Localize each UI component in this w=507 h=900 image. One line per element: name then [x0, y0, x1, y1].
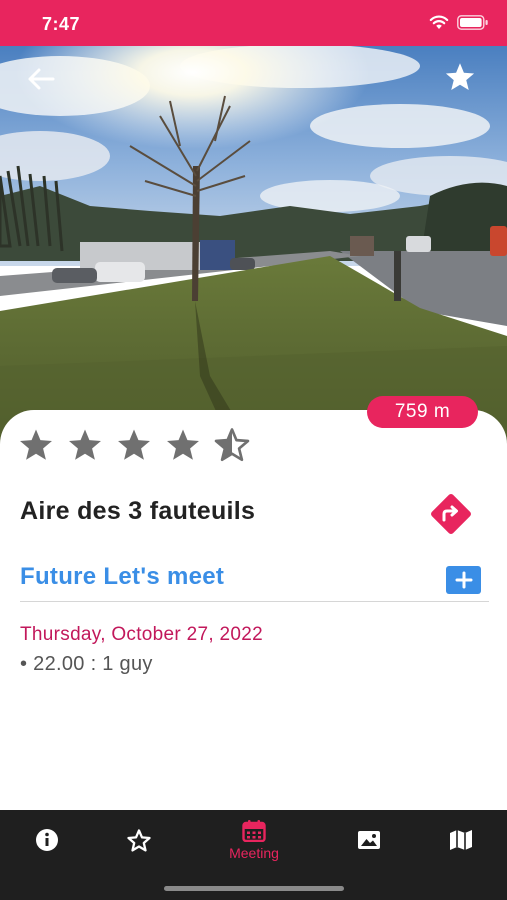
- info-icon: [36, 829, 58, 851]
- home-indicator: [164, 886, 344, 891]
- star-icon: [445, 63, 475, 91]
- tab-meeting[interactable]: Meeting: [214, 810, 294, 870]
- status-icons: [429, 15, 489, 30]
- place-details-card: [0, 410, 507, 810]
- star-outline-icon: [127, 828, 151, 852]
- tab-map[interactable]: [436, 810, 486, 870]
- tab-photos[interactable]: [344, 810, 394, 870]
- status-bar: 7:47: [0, 0, 507, 46]
- future-meetings-title: Future Let's meet: [20, 563, 225, 590]
- calendar-icon: [242, 819, 266, 842]
- star-half-icon: [214, 428, 250, 462]
- favorite-button[interactable]: [443, 60, 477, 94]
- star-filled-icon: [69, 429, 101, 460]
- add-meeting-button[interactable]: [446, 566, 481, 594]
- directions-icon: [431, 494, 471, 534]
- meeting-date: Thursday, October 27, 2022: [20, 624, 263, 645]
- place-name: Aire des 3 fauteuils: [20, 497, 256, 525]
- back-button[interactable]: [24, 62, 58, 96]
- tab-favorites[interactable]: [114, 810, 164, 870]
- star-filled-icon: [118, 429, 150, 460]
- wifi-icon: [429, 15, 449, 29]
- tab-meeting-label: Meeting: [229, 844, 279, 861]
- tab-info[interactable]: [22, 810, 72, 870]
- directions-button[interactable]: [427, 490, 475, 538]
- map-icon: [450, 830, 472, 850]
- plus-icon: [455, 571, 472, 589]
- rating-stars: [18, 428, 250, 462]
- star-filled-icon: [167, 429, 199, 460]
- meeting-item: • 22.00 : 1 guy: [20, 653, 153, 675]
- star-filled-icon: [20, 429, 52, 460]
- section-divider: [20, 601, 489, 602]
- battery-icon: [457, 15, 488, 30]
- arrow-left-icon: [28, 68, 55, 90]
- distance-badge: 759 m: [367, 396, 478, 428]
- image-icon: [358, 831, 380, 849]
- status-time: 7:47: [42, 14, 81, 34]
- hero-photo: [0, 46, 507, 446]
- bottom-tab-bar: Meeting: [0, 810, 507, 900]
